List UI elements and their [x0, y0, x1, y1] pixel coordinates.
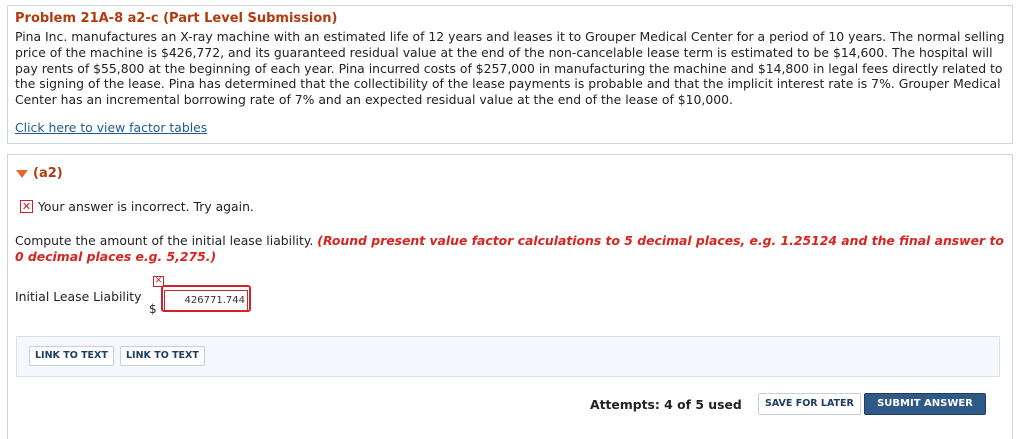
question-instruction: Compute the amount of the initial lease …: [15, 233, 1005, 265]
problem-panel: Problem 21A-8 a2-c (Part Level Submissio…: [7, 5, 1013, 144]
x-mark-icon: ✕: [20, 200, 33, 213]
factor-tables-link[interactable]: Click here to view factor tables: [15, 120, 207, 135]
save-for-later-button[interactable]: SAVE FOR LATER: [758, 393, 861, 415]
feedback-text: Your answer is incorrect. Try again.: [38, 199, 254, 214]
part-a2-section: (a2) ✕ Your answer is incorrect. Try aga…: [7, 154, 1013, 439]
section-toggle[interactable]: (a2): [16, 166, 63, 181]
feedback-message: ✕ Your answer is incorrect. Try again.: [20, 199, 254, 214]
answer-field-wrapper: [161, 285, 251, 312]
link-to-text-button-2[interactable]: LINK TO TEXT: [120, 346, 205, 366]
link-bar: LINK TO TEXT LINK TO TEXT: [16, 336, 1000, 377]
attempts-counter: Attempts: 4 of 5 used: [590, 397, 742, 412]
initial-lease-liability-label: Initial Lease Liability: [15, 289, 142, 304]
initial-lease-liability-input[interactable]: [164, 290, 248, 311]
instruction-text: Compute the amount of the initial lease …: [15, 233, 314, 248]
problem-statement: Pina Inc. manufactures an X-ray machine …: [15, 29, 1005, 108]
section-label: (a2): [33, 166, 63, 181]
link-to-text-button-1[interactable]: LINK TO TEXT: [29, 346, 114, 366]
currency-symbol: $: [149, 302, 157, 316]
problem-title: Problem 21A-8 a2-c (Part Level Submissio…: [15, 11, 338, 26]
submit-answer-button[interactable]: SUBMIT ANSWER: [864, 393, 986, 415]
triangle-down-icon: [16, 169, 28, 178]
